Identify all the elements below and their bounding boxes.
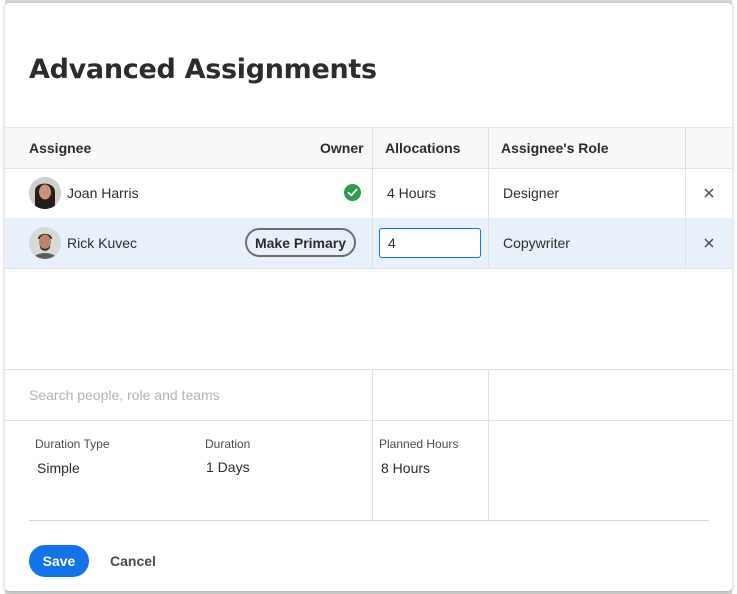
avatar	[29, 177, 61, 209]
search-row	[5, 369, 732, 421]
dialog-title: Advanced Assignments	[29, 54, 377, 85]
avatar	[29, 227, 61, 259]
assignee-name: Joan Harris	[67, 185, 139, 201]
allocation-input[interactable]	[379, 228, 481, 258]
column-header-role: Assignee's Role	[501, 140, 609, 156]
close-icon	[704, 188, 714, 198]
remove-assignee-button[interactable]	[701, 235, 717, 251]
assignee-role[interactable]: Designer	[503, 168, 559, 218]
column-divider	[488, 127, 489, 268]
make-primary-button[interactable]: Make Primary	[245, 228, 356, 257]
footer-divider	[29, 520, 709, 521]
column-header-allocations: Allocations	[385, 140, 461, 156]
column-header-assignee: Assignee	[29, 140, 92, 156]
save-button[interactable]: Save	[29, 545, 89, 577]
column-header-owner: Owner	[320, 140, 364, 156]
assignee-row: Rick Kuvec Make Primary Copywriter	[5, 218, 732, 269]
duration-type-label: Duration Type	[35, 437, 110, 451]
assignee-row: Joan Harris 4 Hours Designer	[5, 168, 732, 219]
planned-hours-label: Planned Hours	[379, 437, 459, 451]
check-circle-icon	[344, 184, 361, 201]
duration-label: Duration	[205, 437, 251, 451]
cancel-button[interactable]: Cancel	[103, 545, 163, 577]
remove-assignee-button[interactable]	[701, 185, 717, 201]
advanced-assignments-dialog: Advanced Assignments Assignee Owner Allo…	[5, 3, 732, 591]
search-input[interactable]	[29, 380, 359, 410]
assignee-name: Rick Kuvec	[67, 235, 138, 251]
column-divider	[685, 127, 686, 268]
assignee-role[interactable]: Copywriter	[503, 218, 570, 268]
allocation-value[interactable]: 4 Hours	[387, 168, 436, 218]
planned-hours-value[interactable]: 8 Hours	[381, 460, 430, 476]
duration-type-value[interactable]: Simple	[37, 460, 80, 476]
column-divider	[372, 127, 373, 268]
table-header: Assignee Owner Allocations Assignee's Ro…	[5, 127, 732, 169]
duration-value[interactable]: 1 Days	[206, 459, 250, 475]
background-page-right	[732, 0, 737, 594]
close-icon	[704, 238, 714, 248]
